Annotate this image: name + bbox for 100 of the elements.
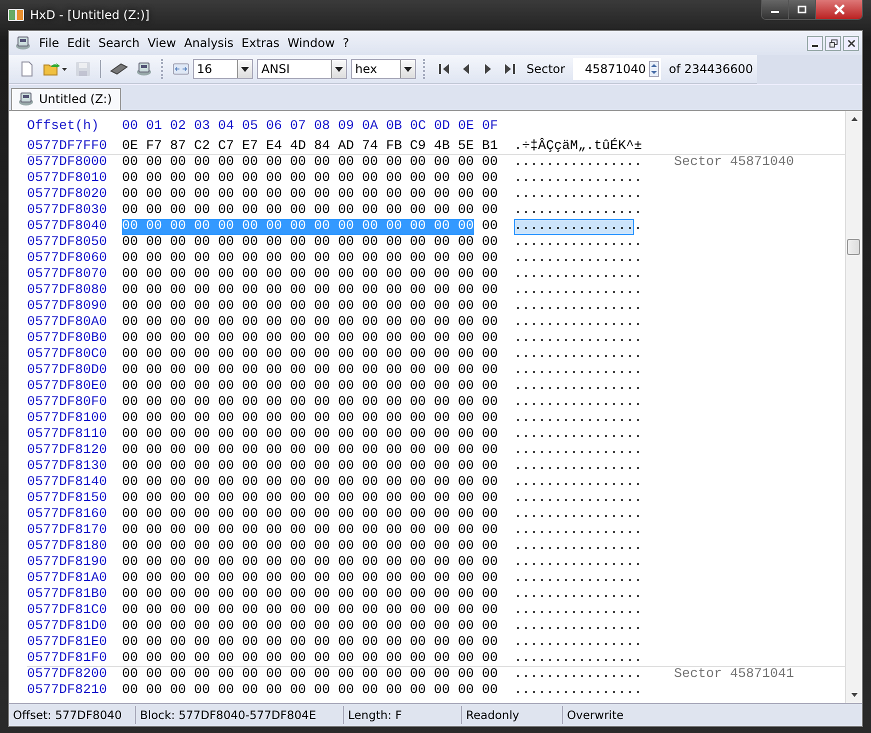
text-bytes: ................	[514, 635, 642, 651]
scroll-down-icon[interactable]	[850, 693, 858, 697]
row-offset: 0577DF8190	[27, 555, 107, 571]
status-text: Length: F	[344, 706, 462, 724]
hex-bytes: 00 00 00 00 00 00 00 00 00 00 00 00 00 00 00 00	[122, 171, 498, 187]
menu-item[interactable]: File	[35, 36, 64, 50]
column-header: 09	[338, 119, 354, 136]
sector-total: of 234436600	[668, 62, 753, 76]
hex-bytes: 00 00 00 00 00 00 00 00 00 00 00 00 00 00 00 00	[122, 587, 498, 603]
text-bytes: ................	[514, 523, 642, 539]
hex-bytes: 00 00 00 00 00 00 00 00 00 00 00 00 00 00 00 00	[122, 507, 498, 523]
row-offset: 0577DF81F0	[27, 651, 107, 667]
hex-bytes: 00 00 00 00 00 00 00 00 00 00 00 00 00 00 00 00	[122, 635, 498, 651]
hex-bytes: 00 00 00 00 00 00 00 00 00 00 00 00 00 00 00 00	[122, 395, 498, 411]
close-button[interactable]	[843, 36, 859, 50]
row-offset: 0577DF81B0	[27, 587, 107, 603]
window-title: HxD - [Untitled (Z:)]	[30, 8, 150, 22]
row-offset: 0577DF8160	[27, 507, 107, 523]
menu-item[interactable]: Extras	[238, 36, 284, 50]
text-bytes: ................	[514, 651, 642, 667]
row-offset: 0577DF81E0	[27, 635, 107, 651]
hex-bytes: 00 00 00 00 00 00 00 00 00 00 00 00 00 00 00 00	[122, 267, 498, 283]
row-offset: 0577DF81A0	[27, 571, 107, 587]
hex-bytes: 00 00 00 00 00 00 00 00 00 00 00 00 00 00 00 00	[122, 331, 498, 347]
document-tab[interactable]: Untitled (Z:)	[11, 88, 121, 110]
scroll-up-icon[interactable]	[850, 117, 858, 121]
row-offset: 0577DF8090	[27, 299, 107, 315]
vertical-scrollbar[interactable]	[845, 111, 862, 703]
caret-icon	[241, 66, 250, 72]
text-bytes: ................	[514, 203, 642, 219]
status-text: Block: 577DF8040-577DF804E	[136, 706, 344, 724]
close-button[interactable]	[816, 0, 862, 19]
menu-item[interactable]: View	[144, 36, 180, 50]
caret-icon	[404, 66, 412, 72]
hex-bytes: 00 00 00 00 00 00 00 00 00 00 00 00 00 00 00 00	[122, 299, 498, 315]
column-header: 0C	[410, 119, 426, 136]
hex-bytes: 00 00 00 00 00 00 00 00 00 00 00 00 00 00 00 00	[122, 443, 498, 459]
hex-bytes: 00 00 00 00 00 00 00 00 00 00 00 00 00 00 00 00	[122, 315, 498, 331]
sector-label: Sector	[526, 62, 566, 76]
status-text: Overwrite	[566, 707, 625, 724]
hex-bytes: 00 00 00 00 00 00 00 00 00 00 00 00 00 00 00 00	[122, 523, 498, 539]
row-offset: 0577DF8100	[27, 411, 107, 427]
close-icon	[834, 4, 844, 15]
maximize-button[interactable]	[789, 0, 816, 19]
hex-bytes: 00 00 00 00 00 00 00 00 00 00 00 00 00 00 00 00	[122, 363, 498, 379]
folder-icon	[43, 61, 67, 77]
row-offset: 0577DF8120	[27, 443, 107, 459]
close-icon	[846, 38, 856, 48]
row-offset: 0577DF8130	[27, 459, 107, 475]
row-offset: 0577DF80D0	[27, 363, 107, 379]
menu-item[interactable]: Window	[283, 36, 339, 50]
text-bytes: ................	[514, 155, 642, 171]
menu-item[interactable]: Edit	[63, 36, 94, 50]
hex-bytes: 00 00 00 00 00 00 00 00 00 00 00 00 00 00 00 00	[122, 651, 498, 667]
row-offset: 0577DF80E0	[27, 379, 107, 395]
text-bytes: .÷‡ÂÇçäM„.tûÉK^±	[514, 139, 642, 155]
column-header: 0B	[386, 119, 402, 136]
row-offset: 0577DF8140	[27, 475, 107, 491]
text-bytes: ................	[514, 571, 642, 587]
hex-bytes: 00 00 00 00 00 00 00 00 00 00 00 00 00 00 00 00	[122, 187, 498, 203]
menu-item[interactable]: Search	[94, 36, 144, 50]
text-bytes: ................	[514, 299, 642, 315]
minimize-button[interactable]	[762, 0, 789, 19]
disk-drive-icon	[18, 91, 34, 107]
hex-bytes: 00 00 00 00 00 00 00 00 00 00 00 00 00 00 00 00	[122, 475, 498, 491]
minimize-icon	[771, 11, 779, 13]
row-offset: 0577DF8060	[27, 251, 107, 267]
text-bytes: ................	[514, 507, 642, 523]
hex-bytes: 00 00 00 00 00 00 00 00 00 00 00 00 00 00 00 00	[122, 491, 498, 507]
offset-base-dropdown[interactable]: hex	[351, 59, 416, 79]
menu-item[interactable]: ?	[338, 36, 354, 50]
scrollbar-thumb[interactable]	[847, 239, 860, 255]
row-offset: 0577DF81C0	[27, 603, 107, 619]
row-offset: 0577DF80B0	[27, 331, 107, 347]
hex-bytes: 00 00 00 00 00 00 00 00 00 00 00 00 00 00 00 00	[122, 459, 498, 475]
bytes-per-row-icon	[172, 61, 189, 77]
hex-bytes: 00 00 00 00 00 00 00 00 00 00 00 00 00 00 00 00	[122, 619, 498, 635]
hex-bytes: 00 00 00 00 00 00 00 00 00 00 00 00 00 00 00 00	[122, 203, 498, 219]
text-bytes: ................	[514, 171, 642, 187]
column-header: 03	[194, 119, 210, 136]
bytes-per-row-dropdown[interactable]: 16	[192, 59, 254, 79]
row-offset: 0577DF8040	[27, 219, 107, 235]
column-header: 05	[242, 119, 258, 136]
row-offset: 0577DF80F0	[27, 395, 107, 411]
text-bytes: ................	[514, 331, 642, 347]
text-bytes: ...............	[514, 219, 634, 235]
sector-field[interactable]: 45871040	[573, 58, 661, 80]
minimize-button[interactable]	[807, 36, 823, 50]
hex-bytes: 0E F7 87 C2 C7 E7 E4 4D 84 AD 74 FB C9 4B 5E B1	[122, 139, 498, 155]
text-bytes: ................	[514, 459, 642, 475]
charset-dropdown[interactable]: ANSI	[257, 59, 348, 79]
sector-marker: Sector 45871041	[674, 667, 794, 683]
row-offset: 0577DF8030	[27, 203, 107, 219]
restore-button[interactable]	[825, 36, 841, 50]
column-header: 00	[122, 119, 138, 136]
menu-item[interactable]: Analysis	[180, 36, 238, 50]
text-bytes: ................	[514, 395, 642, 411]
sector-marker: Sector 45871040	[674, 155, 794, 171]
skip-first-icon	[438, 63, 450, 75]
hex-bytes: 00 00 00 00 00 00 00 00 00 00 00 00 00 00 00 00	[122, 683, 498, 699]
